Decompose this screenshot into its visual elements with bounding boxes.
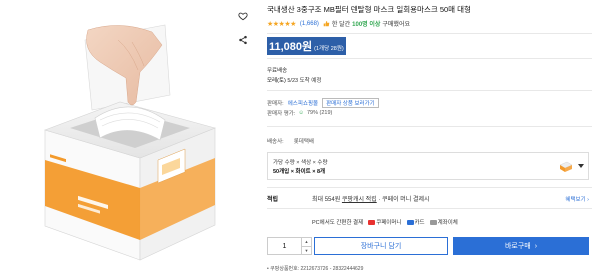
- buyers-prefix: 한 달간: [331, 22, 351, 28]
- seller-rating-value: 79% (219): [306, 110, 333, 116]
- seller-rating-row: 판매자 평가: ☺ 79% (219): [267, 109, 332, 117]
- option-select[interactable]: 가당 수량 × 색상 × 수량 50개입 × 화이트 × 8개: [267, 152, 589, 180]
- payment-row: PC에서도 간편한 결제 쿠페이머니 카드 계좌이체: [312, 218, 458, 226]
- shipping-day: 모레(토): [267, 78, 286, 84]
- smile-icon: ☺: [298, 110, 304, 116]
- option-thumbnail-icon: [559, 161, 573, 172]
- shipping-date-row: 모레(토) 5/23 도착 예정: [267, 76, 321, 84]
- side-actions: [237, 10, 249, 58]
- quantity-value[interactable]: 1: [268, 238, 301, 254]
- shipping-label: 무료배송: [267, 68, 288, 74]
- add-to-cart-button[interactable]: 장바구니 담기: [314, 237, 448, 255]
- quantity-stepper[interactable]: 1 ▲ ▼: [267, 237, 312, 255]
- divider: [267, 208, 592, 209]
- quantity-down-icon[interactable]: ▼: [302, 245, 311, 255]
- product-title: 국내생산 3중구조 MB필터 덴탈형 마스크 일회용마스크 50매 대형: [267, 5, 471, 14]
- mask-box-illustration: [44, 24, 216, 261]
- seller-name-link[interactable]: 에스피쇼핑몰: [288, 99, 318, 107]
- chevron-down-icon: [578, 164, 584, 168]
- buyers-suffix: 구매했어요: [382, 22, 410, 28]
- buy-now-label: 바로구매: [504, 243, 531, 250]
- delivery-row: 배송사: 롯데택배: [267, 137, 314, 145]
- benefit-link[interactable]: 혜택보기 ›: [565, 195, 589, 203]
- unit-price: (1개당 28원): [314, 46, 344, 52]
- rating-row: ★★★★★ (1,668) 한 달간 100명 이상 구매했어요: [267, 19, 410, 29]
- thumbs-up-icon: [323, 21, 330, 27]
- card-icon: [406, 219, 414, 225]
- points-label: 적립: [267, 197, 279, 203]
- points-text: 최대 554원 쿠팡캐시 적립 · 쿠페이 머니 결제시: [312, 194, 430, 203]
- product-info: 국내생산 3중구조 MB필터 덴탈형 마스크 일회용마스크 50매 대형 ★★★…: [267, 0, 592, 276]
- points-condition: · 쿠페이 머니 결제시: [378, 197, 430, 203]
- review-count-link[interactable]: (1,668): [300, 21, 319, 27]
- coupang-cash-link[interactable]: 쿠팡캐시 적립: [342, 197, 377, 203]
- option-header: 가당 수량 × 색상 × 수량: [273, 160, 328, 166]
- product-number: • 쿠팡상품번호: 2212673726 - 28322444629: [267, 266, 364, 272]
- pay-method-label: 계좌이체: [437, 220, 458, 226]
- coupay-icon: [368, 219, 376, 225]
- points-row: 적립 최대 554원 쿠팡캐시 적립 · 쿠페이 머니 결제시 혜택보기 ›: [267, 194, 589, 204]
- pay-method-coupay: 쿠페이머니: [368, 218, 402, 226]
- pay-method-label: 쿠페이머니: [376, 220, 402, 226]
- price-row: 11,080원 (1개당 28원): [267, 37, 346, 55]
- points-amount: 최대 554원: [312, 197, 341, 203]
- shipping-date: 5/23 도착 예정: [287, 78, 322, 84]
- pay-method-transfer: 계좌이체: [429, 218, 458, 226]
- divider: [267, 90, 592, 91]
- buyers-highlight: 100명 이상: [352, 22, 381, 28]
- divider: [267, 187, 592, 188]
- quantity-up-icon[interactable]: ▲: [302, 238, 311, 246]
- star-rating: ★★★★★: [267, 20, 296, 28]
- pay-prefix: PC에서도 간편한 결제: [312, 220, 364, 226]
- option-value: 50개입 × 화이트 × 8개: [273, 169, 326, 175]
- product-image: [0, 0, 232, 276]
- seller-products-button[interactable]: 판매자 상품 보러가기: [322, 98, 379, 108]
- chevron-right-icon: ›: [534, 242, 538, 250]
- divider: [267, 33, 592, 34]
- heart-icon[interactable]: [237, 10, 249, 22]
- quantity-buttons: ▲ ▼: [301, 238, 311, 254]
- delivery-value: 롯데택배: [293, 139, 314, 145]
- seller-label: 판매자:: [267, 101, 284, 107]
- divider: [267, 58, 592, 59]
- seller-rating-label: 판매자 평가:: [267, 111, 296, 117]
- divider: [267, 126, 592, 127]
- seller-row: 판매자: 에스피쇼핑몰 판매자 상품 보러가기: [267, 98, 379, 108]
- pay-method-label: 카드: [414, 220, 425, 226]
- buyers-info: 한 달간 100명 이상 구매했어요: [323, 19, 410, 28]
- delivery-label: 배송사:: [267, 139, 284, 145]
- bank-icon: [429, 219, 437, 225]
- share-icon[interactable]: [237, 34, 249, 46]
- pay-method-card: 카드: [406, 218, 425, 226]
- price: 11,080원: [269, 41, 313, 53]
- buy-now-button[interactable]: 바로구매 ›: [453, 237, 589, 255]
